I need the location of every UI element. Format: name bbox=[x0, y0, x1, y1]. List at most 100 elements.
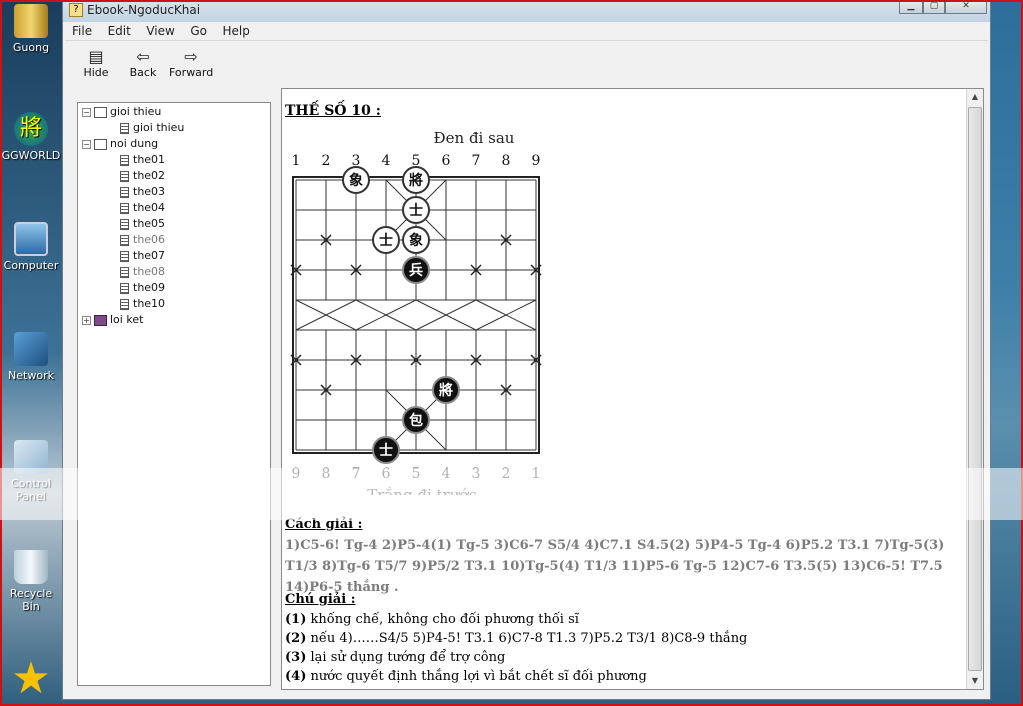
recycle-bin-icon bbox=[14, 550, 48, 584]
river-pattern bbox=[445, 314, 477, 331]
tree-node-gioi-thieu[interactable]: − gioi thieu bbox=[82, 104, 161, 120]
note-item: (4) nước quyết định thắng lợi vì bắt chế… bbox=[285, 667, 647, 686]
tree-page-the08[interactable]: the08 bbox=[120, 264, 165, 280]
desktop-icon-ggworld[interactable]: 將 GGWORLD bbox=[0, 112, 62, 162]
tree-node-label: the04 bbox=[133, 201, 166, 214]
page-icon bbox=[120, 250, 129, 262]
desktop: Guong 將 GGWORLD Computer Network Control… bbox=[0, 0, 66, 706]
river-pattern bbox=[415, 314, 447, 331]
back-button[interactable]: ⇦ Back bbox=[127, 48, 159, 80]
tree-node-label: the10 bbox=[133, 297, 166, 310]
river-pattern bbox=[325, 314, 357, 331]
tree-node-label: noi dung bbox=[110, 137, 159, 150]
menu-edit[interactable]: Edit bbox=[103, 23, 136, 39]
page-icon bbox=[120, 170, 129, 182]
page-icon bbox=[120, 218, 129, 230]
note-text: nước quyết định thắng lợi vì bắt chết sĩ… bbox=[306, 669, 647, 684]
window-title: Ebook-NgoducKhai bbox=[87, 3, 201, 17]
desktop-icon-guong[interactable]: Guong bbox=[0, 4, 62, 54]
collapse-icon[interactable]: − bbox=[82, 139, 91, 149]
tree-page-the04[interactable]: the04 bbox=[120, 200, 165, 216]
note-text: lại sử dụng tướng để trợ công bbox=[306, 650, 506, 665]
scroll-thumb[interactable] bbox=[968, 107, 982, 671]
page-icon bbox=[120, 282, 129, 294]
maximize-button[interactable]: ▢ bbox=[923, 0, 945, 14]
tree-page-the07[interactable]: the07 bbox=[120, 248, 165, 264]
tree-page-the02[interactable]: the02 bbox=[120, 168, 165, 184]
tree-node-noi-dung[interactable]: − noi dung bbox=[82, 136, 158, 152]
file-number-top: 8 bbox=[502, 153, 511, 169]
network-icon bbox=[14, 332, 48, 366]
tree-page-the09[interactable]: the09 bbox=[120, 280, 165, 296]
file-number-top: 9 bbox=[532, 153, 541, 169]
file-number-top: 6 bbox=[442, 153, 451, 169]
solution-title: Cách giải : bbox=[285, 517, 363, 532]
desktop-icon-computer[interactable]: Computer bbox=[0, 222, 62, 272]
desktop-icon-control-panel[interactable]: Control Panel bbox=[0, 440, 62, 503]
river-pattern bbox=[325, 299, 357, 316]
file-number-top: 7 bbox=[472, 153, 481, 169]
note-text: khống chế, không cho đối phương thối sĩ bbox=[306, 612, 579, 627]
computer-icon bbox=[14, 222, 48, 256]
tree-page-the05[interactable]: the05 bbox=[120, 216, 165, 232]
file-number-bottom: 4 bbox=[442, 466, 451, 482]
hide-pane-icon: ▤ bbox=[88, 47, 104, 66]
menu-file[interactable]: File bbox=[67, 23, 97, 39]
tree-page-gioi-thieu[interactable]: gioi thieu bbox=[120, 120, 184, 136]
piece-glyph: 士 bbox=[409, 202, 423, 219]
river-pattern bbox=[385, 314, 417, 331]
tree-node-label: the09 bbox=[133, 281, 166, 294]
control-panel-icon bbox=[14, 440, 48, 474]
title-bar[interactable]: ? Ebook-NgoducKhai ▁ ▢ ✕ bbox=[63, 0, 990, 22]
contents-tree: − gioi thieu gioi thieu − noi dung the01 t… bbox=[77, 102, 271, 686]
piece-glyph: 士 bbox=[379, 232, 393, 249]
page-icon bbox=[120, 234, 129, 246]
tree-page-the10[interactable]: the10 bbox=[120, 296, 165, 312]
board-top-label: Đen đi sau bbox=[434, 129, 515, 147]
file-number-top: 4 bbox=[382, 153, 391, 169]
toolbar: ▤ Hide ⇦ Back ⇨ Forward bbox=[65, 44, 988, 84]
desktop-icon-label: Guong bbox=[12, 41, 50, 54]
river-pattern bbox=[475, 299, 507, 316]
tree-node-loi-ket[interactable]: + loi ket bbox=[82, 312, 143, 328]
scroll-up-icon[interactable]: ▲ bbox=[967, 89, 983, 105]
back-label: Back bbox=[129, 66, 157, 79]
closed-book-icon bbox=[94, 314, 107, 326]
menu-view[interactable]: View bbox=[141, 23, 179, 39]
hide-button[interactable]: ▤ Hide bbox=[81, 47, 111, 80]
open-book-icon bbox=[94, 106, 107, 118]
content-pane: THẾ SỐ 10 : Đen đi sau 1 2 3 4 5 6 7 8 9 象將士士象兵將包士… bbox=[281, 88, 984, 690]
piece-glyph: 象 bbox=[349, 172, 363, 189]
collapse-icon[interactable]: − bbox=[82, 107, 91, 117]
tree-page-the03[interactable]: the03 bbox=[120, 184, 165, 200]
close-button[interactable]: ✕ bbox=[945, 0, 987, 14]
folder-icon bbox=[14, 4, 48, 38]
piece-glyph: 兵 bbox=[409, 262, 423, 279]
desktop-icon-label: Control Panel bbox=[11, 477, 51, 503]
tree-page-the01[interactable]: the01 bbox=[120, 152, 165, 168]
forward-button[interactable]: ⇨ Forward bbox=[169, 48, 214, 80]
menu-help[interactable]: Help bbox=[217, 23, 254, 39]
start-orb-icon[interactable]: ★ bbox=[8, 656, 54, 702]
note-number: (4) bbox=[285, 669, 307, 684]
file-number-bottom: 6 bbox=[382, 466, 391, 482]
forward-label: Forward bbox=[169, 66, 214, 79]
file-number-bottom: 2 bbox=[502, 466, 511, 482]
expand-icon[interactable]: + bbox=[82, 315, 91, 325]
note-number: (1) bbox=[285, 612, 307, 627]
menu-go[interactable]: Go bbox=[185, 23, 212, 39]
minimize-button[interactable]: ▁ bbox=[899, 0, 923, 14]
river-pattern bbox=[355, 314, 387, 331]
desktop-icon-network[interactable]: Network bbox=[0, 332, 62, 382]
content-scrollbar[interactable]: ▲ ▼ bbox=[966, 89, 983, 689]
tree-node-label: gioi thieu bbox=[133, 121, 185, 134]
tree-page-the06[interactable]: the06 bbox=[120, 232, 165, 248]
file-number-top: 1 bbox=[292, 153, 301, 169]
page-icon bbox=[120, 298, 129, 310]
page-icon bbox=[120, 122, 129, 134]
scroll-down-icon[interactable]: ▼ bbox=[967, 673, 983, 689]
notes-title: Chú giải : bbox=[285, 592, 356, 607]
desktop-icon-recycle-bin[interactable]: Recycle Bin bbox=[0, 550, 62, 613]
note-item: (2) nếu 4)……S4/5 5)P4-5! T3.1 6)C7-8 T1.… bbox=[285, 629, 747, 648]
app-window: ? Ebook-NgoducKhai ▁ ▢ ✕ File Edit View … bbox=[62, 0, 991, 700]
